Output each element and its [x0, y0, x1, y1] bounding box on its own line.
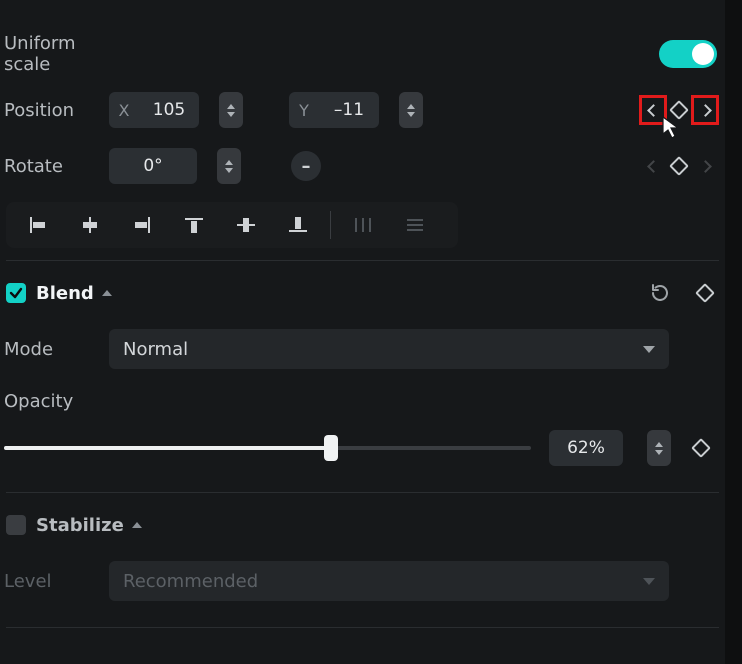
align-top-button[interactable]: [168, 208, 220, 242]
stabilize-level-label: Level: [4, 571, 109, 592]
rotate-prev-keyframe-button[interactable]: [641, 153, 665, 179]
align-left-button[interactable]: [12, 208, 64, 242]
divider: [6, 260, 719, 261]
chevron-right-icon: [699, 104, 712, 117]
position-next-keyframe-button[interactable]: [693, 97, 717, 123]
align-hcenter-button[interactable]: [64, 208, 116, 242]
position-keyframe-toggle[interactable]: [667, 97, 691, 123]
chevron-down-icon: [643, 346, 655, 353]
align-right-button[interactable]: [116, 208, 168, 242]
stabilize-section-header[interactable]: Stabilize: [0, 497, 725, 553]
chevron-left-icon: [647, 104, 660, 117]
uniform-scale-toggle[interactable]: [659, 40, 717, 68]
toggle-knob: [692, 43, 714, 65]
keyframe-diamond-icon: [669, 156, 689, 176]
blend-title: Blend: [36, 283, 94, 304]
position-y-group[interactable]: Y –11: [289, 92, 379, 128]
position-x-group[interactable]: X 105: [109, 92, 199, 128]
blend-checkbox[interactable]: [6, 283, 26, 303]
toolbar-separator: [330, 211, 331, 239]
rotate-value[interactable]: 0°: [109, 156, 197, 176]
keyframe-diamond-icon: [695, 283, 715, 303]
rotate-keyframe-toggle[interactable]: [667, 153, 691, 179]
opacity-label: Opacity: [4, 391, 717, 412]
keyframe-diamond-icon: [669, 100, 689, 120]
position-y-stepper[interactable]: [399, 92, 423, 128]
rotate-next-keyframe-button[interactable]: [693, 153, 717, 179]
rotate-keyframe-nav: [641, 153, 717, 179]
position-label: Position: [4, 100, 109, 121]
distribute-h-button[interactable]: [337, 208, 389, 242]
blend-reset-button[interactable]: [649, 282, 671, 304]
rotate-reset-button[interactable]: –: [291, 151, 321, 181]
stabilize-checkbox[interactable]: [6, 515, 26, 535]
position-x-stepper[interactable]: [219, 92, 243, 128]
chevron-left-icon: [647, 160, 660, 173]
opacity-value[interactable]: 62%: [549, 430, 623, 466]
caret-up-icon: [132, 522, 142, 528]
stabilize-title: Stabilize: [36, 515, 124, 536]
keyframe-diamond-icon: [691, 438, 711, 458]
divider: [6, 627, 719, 628]
stabilize-level-dropdown: Recommended: [109, 561, 669, 601]
align-vcenter-button[interactable]: [220, 208, 272, 242]
distribute-v-button[interactable]: [389, 208, 441, 242]
chevron-down-icon: [643, 578, 655, 585]
blend-mode-dropdown[interactable]: Normal: [109, 329, 669, 369]
position-x-axis: X: [109, 101, 139, 120]
position-y-axis: Y: [289, 101, 319, 120]
opacity-slider-fill: [4, 446, 331, 450]
alignment-toolbar: [6, 202, 458, 248]
rotate-stepper[interactable]: [217, 148, 241, 184]
position-prev-keyframe-button[interactable]: [641, 97, 665, 123]
align-bottom-button[interactable]: [272, 208, 324, 242]
divider: [6, 492, 719, 493]
opacity-slider[interactable]: [4, 446, 531, 450]
opacity-keyframe-toggle[interactable]: [689, 435, 713, 461]
chevron-right-icon: [699, 160, 712, 173]
rotate-label: Rotate: [4, 156, 109, 177]
blend-keyframe-toggle[interactable]: [693, 280, 717, 306]
position-y-value[interactable]: –11: [319, 100, 379, 120]
opacity-slider-thumb[interactable]: [324, 435, 338, 461]
position-x-value[interactable]: 105: [139, 100, 199, 120]
stabilize-level-value: Recommended: [123, 571, 258, 592]
vertical-scrollbar[interactable]: [725, 0, 742, 664]
blend-mode-value: Normal: [123, 339, 188, 360]
rotate-group[interactable]: 0°: [109, 148, 197, 184]
opacity-stepper[interactable]: [647, 430, 671, 466]
uniform-scale-label: Uniform scale: [4, 33, 109, 75]
blend-mode-label: Mode: [4, 339, 109, 360]
blend-section-header[interactable]: Blend: [0, 265, 725, 321]
position-keyframe-nav: [641, 97, 717, 123]
caret-up-icon: [102, 290, 112, 296]
